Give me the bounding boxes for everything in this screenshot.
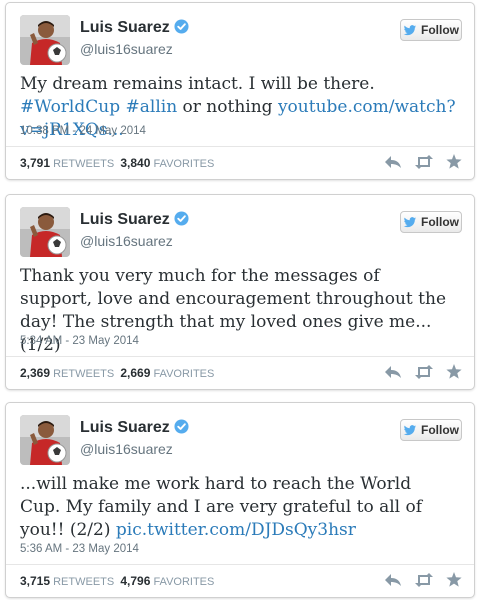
retweet-count[interactable]: 2,369	[20, 366, 50, 380]
twitter-bird-icon	[403, 24, 417, 35]
retweets-label[interactable]: RETWEETS	[53, 368, 114, 380]
tweet-text: ...will make me work hard to reach the W…	[20, 473, 456, 542]
star-icon[interactable]	[446, 364, 462, 379]
follow-label: Follow	[421, 423, 459, 437]
display-name[interactable]: Luis Suarez	[80, 211, 189, 229]
retweets-label[interactable]: RETWEETS	[53, 158, 114, 170]
avatar[interactable]	[20, 207, 70, 257]
avatar-image	[20, 415, 70, 465]
twitter-bird-icon	[403, 216, 417, 227]
tweet-card: Luis Suarez @luis16suarez Follow ...will…	[5, 402, 475, 598]
follow-button[interactable]: Follow	[400, 211, 462, 233]
display-name-text[interactable]: Luis Suarez	[80, 19, 170, 36]
favorites-label[interactable]: FAVORITES	[153, 576, 214, 588]
tweet-actions	[384, 572, 462, 587]
follow-button[interactable]: Follow	[400, 419, 462, 441]
retweet-icon[interactable]	[414, 572, 434, 587]
verified-badge-icon	[174, 419, 189, 434]
divider	[6, 564, 474, 565]
favorite-count[interactable]: 4,796	[120, 574, 150, 588]
tweet-stats: 2,369 RETWEETS 2,669 FAVORITES	[20, 366, 214, 380]
retweet-icon[interactable]	[414, 154, 434, 169]
hashtag-link[interactable]: #WorldCup	[20, 97, 120, 117]
media-link[interactable]: pic.twitter.com/DJDsQy3hsr	[116, 520, 356, 540]
retweet-icon[interactable]	[414, 364, 434, 379]
divider	[6, 356, 474, 357]
tweet-card: Luis Suarez @luis16suarez Follow Thank y…	[5, 194, 475, 390]
display-name-text[interactable]: Luis Suarez	[80, 419, 170, 436]
avatar[interactable]	[20, 415, 70, 465]
favorite-count[interactable]: 2,669	[120, 366, 150, 380]
avatar-image	[20, 15, 70, 65]
star-icon[interactable]	[446, 572, 462, 587]
reply-icon[interactable]	[384, 573, 402, 587]
tweet-stats: 3,715 RETWEETS 4,796 FAVORITES	[20, 574, 214, 588]
retweet-count[interactable]: 3,791	[20, 156, 50, 170]
username[interactable]: @luis16suarez	[80, 41, 173, 57]
follow-label: Follow	[421, 23, 459, 37]
tweet-actions	[384, 154, 462, 169]
retweets-label[interactable]: RETWEETS	[53, 576, 114, 588]
username[interactable]: @luis16suarez	[80, 233, 173, 249]
timestamp[interactable]: 10:38 PM - 24 May 2014	[20, 125, 146, 137]
timestamp[interactable]: 5:34 AM - 23 May 2014	[20, 335, 139, 347]
tweet-stats: 3,791 RETWEETS 3,840 FAVORITES	[20, 156, 214, 170]
verified-badge-icon	[174, 211, 189, 226]
avatar-image	[20, 207, 70, 257]
timestamp[interactable]: 5:36 AM - 23 May 2014	[20, 543, 139, 555]
tweet-card: Luis Suarez @luis16suarez Follow My drea…	[5, 2, 475, 180]
follow-label: Follow	[421, 215, 459, 229]
twitter-bird-icon	[403, 424, 417, 435]
display-name[interactable]: Luis Suarez	[80, 419, 189, 437]
tweet-actions	[384, 364, 462, 379]
display-name[interactable]: Luis Suarez	[80, 19, 189, 37]
avatar[interactable]	[20, 15, 70, 65]
tweet-text-segment: My dream remains intact. I will be there…	[20, 74, 375, 94]
favorite-count[interactable]: 3,840	[120, 156, 150, 170]
star-icon[interactable]	[446, 154, 462, 169]
follow-button[interactable]: Follow	[400, 19, 462, 41]
retweet-count[interactable]: 3,715	[20, 574, 50, 588]
username[interactable]: @luis16suarez	[80, 441, 173, 457]
verified-badge-icon	[174, 19, 189, 34]
reply-icon[interactable]	[384, 365, 402, 379]
favorites-label[interactable]: FAVORITES	[153, 158, 214, 170]
divider	[6, 146, 474, 147]
favorites-label[interactable]: FAVORITES	[153, 368, 214, 380]
display-name-text[interactable]: Luis Suarez	[80, 211, 170, 228]
hashtag-link[interactable]: #allin	[126, 97, 178, 117]
reply-icon[interactable]	[384, 155, 402, 169]
tweet-text-segment: or nothing	[177, 97, 278, 117]
